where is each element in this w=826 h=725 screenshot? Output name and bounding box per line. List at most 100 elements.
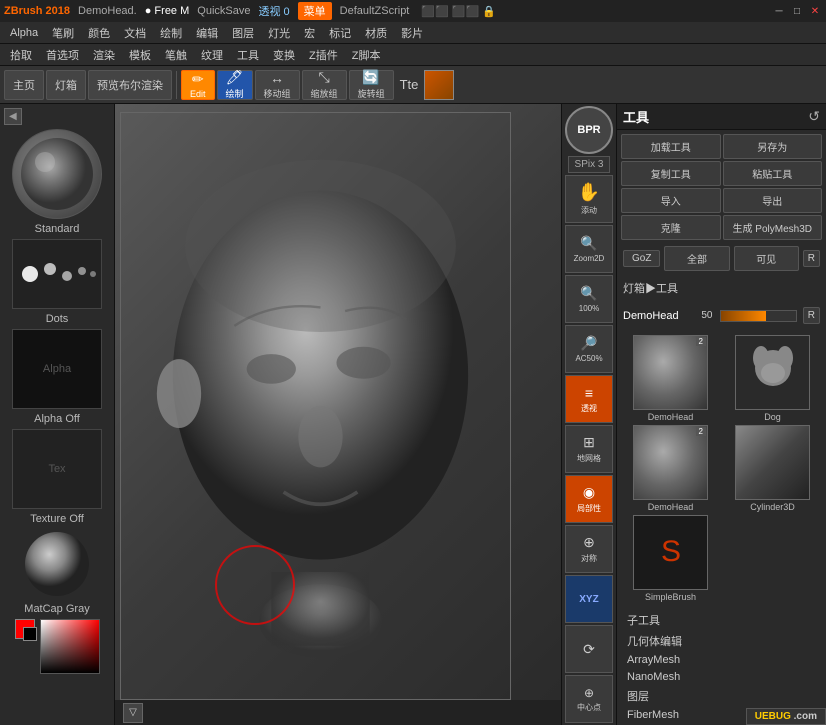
menu-preferences[interactable]: 首选项 — [40, 45, 85, 65]
load-tool-btn[interactable]: 加载工具 — [621, 134, 721, 159]
color-gradient[interactable] — [40, 619, 100, 674]
simplebrush-label: SimpleBrush — [645, 592, 696, 602]
draw-btn[interactable]: 🖊 绘制 — [217, 70, 253, 100]
rotate-btn[interactable]: 🔄 旋转组 — [349, 70, 394, 100]
demohead-r-btn[interactable]: R — [803, 307, 820, 324]
pan-tool-btn[interactable]: ✋ 添动 — [565, 175, 613, 223]
matcap-preview[interactable] — [15, 529, 100, 599]
move-icon: ↔ — [270, 70, 284, 86]
menu-document[interactable]: 文档 — [118, 23, 152, 43]
all-btn[interactable]: 全部 — [664, 246, 729, 271]
menu-movie[interactable]: 影片 — [395, 23, 429, 43]
menu-alpha[interactable]: Alpha — [4, 25, 44, 41]
draw-label: 绘制 — [226, 87, 244, 100]
zoom2d-btn[interactable]: 🔍 Zoom2D — [565, 225, 613, 273]
import-btn[interactable]: 导入 — [621, 188, 721, 213]
alpha-preview[interactable]: Alpha — [12, 329, 102, 409]
sidebar-collapse-btn[interactable]: ◀ — [4, 108, 22, 125]
save-as-btn[interactable]: 另存为 — [723, 134, 823, 159]
goz-btn[interactable]: GoZ — [623, 250, 660, 267]
tool-item-cylinder[interactable]: Cylinder3D — [723, 425, 822, 512]
sub-tool-item[interactable]: 子工具 — [623, 610, 820, 630]
viewport: ▽ — [115, 104, 561, 725]
tool-item-dog[interactable]: Dog — [723, 335, 822, 422]
badge-demohead-2: 2 — [696, 427, 706, 436]
menu-template[interactable]: 模板 — [123, 45, 157, 65]
maximize-btn[interactable]: □ — [790, 4, 804, 18]
scale-btn[interactable]: ⤡ 缩放组 — [302, 70, 347, 100]
visible-btn[interactable]: 可见 — [734, 246, 799, 271]
menu-material[interactable]: 材质 — [359, 23, 393, 43]
quicksave-btn[interactable]: QuickSave — [197, 5, 250, 17]
move-btn[interactable]: ↔ 移动组 — [255, 70, 300, 100]
dog-thumb — [735, 335, 810, 410]
edit-btn[interactable]: ✏ Edit — [181, 70, 215, 100]
menu-zplugin[interactable]: Z插件 — [303, 45, 344, 65]
bpr-label: BPR — [577, 124, 600, 136]
perspective-btn[interactable]: ≡ 透视 — [565, 375, 613, 423]
menu-draw[interactable]: 绘制 — [154, 23, 188, 43]
brush-preview[interactable] — [12, 129, 102, 219]
viewport-arrow-btn[interactable]: ▽ — [123, 703, 143, 723]
layer-item[interactable]: 图层 — [623, 686, 820, 706]
background-color[interactable] — [23, 627, 37, 641]
rotate-snap-btn[interactable]: ⟳ — [565, 625, 613, 673]
edit-label: Edit — [190, 89, 206, 99]
slider-fill — [721, 311, 766, 321]
refresh-icon[interactable]: ↺ — [808, 108, 820, 125]
local-btn[interactable]: ◉ 局部性 — [565, 475, 613, 523]
symmetry-btn[interactable]: ⊕ 对称 — [565, 525, 613, 573]
nanomesh-item[interactable]: NanoMesh — [623, 669, 820, 685]
menu-layer[interactable]: 图层 — [226, 23, 260, 43]
texture-preview[interactable]: Tex — [12, 429, 102, 509]
symmetry-label: 对称 — [581, 553, 597, 564]
r-btn[interactable]: R — [803, 250, 820, 267]
menu-transform[interactable]: 变换 — [267, 45, 301, 65]
menu-marker[interactable]: 标记 — [323, 23, 357, 43]
floor-grid-btn[interactable]: ⊞ 地网格 — [565, 425, 613, 473]
menu-edit[interactable]: 编辑 — [190, 23, 224, 43]
toolbar: 主页 灯箱 预览布尔渲染 ✏ Edit 🖊 绘制 ↔ 移动组 ⤡ 缩放组 🔄 旋… — [0, 66, 826, 104]
menu-brush[interactable]: 笔刷 — [46, 23, 80, 43]
menu-macro[interactable]: 宏 — [298, 23, 321, 43]
tool-item-demohead-1[interactable]: 2 DemoHead — [621, 335, 720, 422]
geo-edit-item[interactable]: 几何体编辑 — [623, 631, 820, 651]
zoom100-btn[interactable]: 🔍 100% — [565, 275, 613, 323]
menu-zscript[interactable]: Z脚本 — [346, 45, 387, 65]
tools-panel-header: 工具 ↺ — [617, 104, 826, 130]
menu-pickup[interactable]: 拾取 — [4, 45, 38, 65]
color-picker[interactable] — [15, 619, 100, 679]
demohead-slider[interactable] — [720, 310, 796, 322]
menu-tool[interactable]: 工具 — [231, 45, 265, 65]
tool-item-simplebrush[interactable]: S SimpleBrush — [621, 515, 720, 602]
export-btn[interactable]: 导出 — [723, 188, 823, 213]
tool-item-demohead-2[interactable]: 2 DemoHead — [621, 425, 720, 512]
clone-btn[interactable]: 克隆 — [621, 215, 721, 240]
dots-preview[interactable] — [12, 239, 102, 309]
bpr-btn[interactable]: BPR — [565, 106, 613, 154]
zoomAC-btn[interactable]: 🔎 AC50% — [565, 325, 613, 373]
copy-tool-btn[interactable]: 复制工具 — [621, 161, 721, 186]
svg-text:S: S — [660, 535, 680, 568]
menu-texture[interactable]: 纹理 — [195, 45, 229, 65]
lightbox-btn[interactable]: 灯箱 — [46, 70, 86, 100]
close-btn[interactable]: ✕ — [808, 4, 822, 18]
scale-icon: ⤡ — [318, 69, 329, 86]
preview-btn[interactable]: 预览布尔渲染 — [88, 70, 172, 100]
menu-render[interactable]: 渲染 — [87, 45, 121, 65]
center-point-btn[interactable]: ⊕ 中心点 — [565, 675, 613, 723]
menu-color[interactable]: 颜色 — [82, 23, 116, 43]
home-btn[interactable]: 主页 — [4, 70, 44, 100]
spix-label: SPix 3 — [575, 159, 604, 170]
arraymesh-item[interactable]: ArrayMesh — [623, 652, 820, 668]
paste-tool-btn[interactable]: 粘贴工具 — [723, 161, 823, 186]
xyz-btn[interactable]: XYZ — [565, 575, 613, 623]
main-layout: ◀ Standard — [0, 104, 826, 725]
minimize-btn[interactable]: ─ — [772, 4, 786, 18]
polymesh-btn[interactable]: 生成 PolyMesh3D — [723, 215, 823, 240]
window-controls[interactable]: ─ □ ✕ — [772, 4, 822, 18]
menu-light[interactable]: 灯光 — [262, 23, 296, 43]
menu-stroke[interactable]: 笔触 — [159, 45, 193, 65]
menu-button[interactable]: 菜单 — [298, 2, 332, 20]
color-swatch-toolbar[interactable] — [424, 70, 454, 100]
